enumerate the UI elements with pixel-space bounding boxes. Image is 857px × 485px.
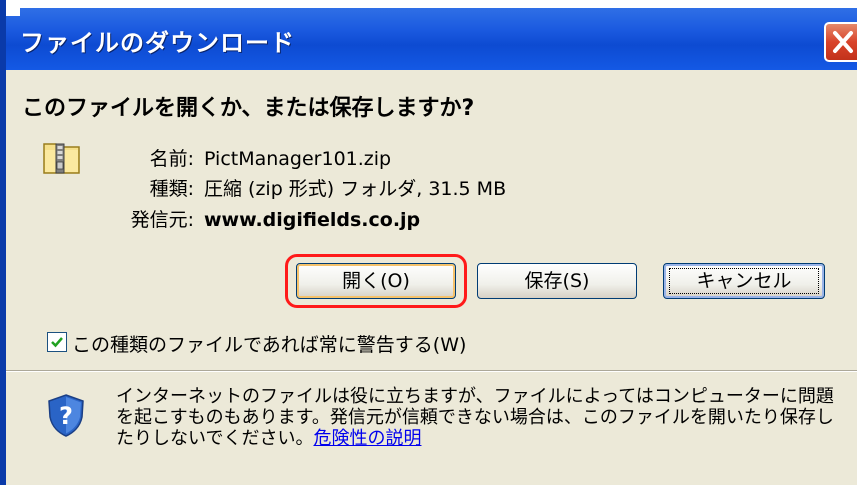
divider-highlight — [6, 371, 857, 372]
title-bar[interactable]: ファイルのダウンロード — [6, 8, 857, 70]
file-name-value: PictManager101.zip — [204, 148, 392, 170]
save-button[interactable]: 保存(S) — [477, 263, 637, 299]
file-type-row: 種類: 圧縮 (zip 形式) フォルダ, 31.5 MB — [114, 174, 507, 201]
close-icon — [833, 31, 853, 53]
file-source-value: www.digifields.co.jp — [204, 209, 421, 231]
file-source-row: 発信元: www.digifields.co.jp — [114, 205, 421, 232]
file-name-label: 名前: — [149, 148, 194, 170]
file-type-value: 圧縮 (zip 形式) フォルダ, 31.5 MB — [204, 178, 507, 200]
cancel-button[interactable]: キャンセル — [663, 263, 825, 299]
svg-text:?: ? — [59, 402, 73, 430]
risk-explanation-link[interactable]: 危険性の説明 — [313, 428, 421, 449]
warning-message: インターネットのファイルは役に立ちますが、ファイルによってはコンピューターに問題… — [116, 386, 841, 449]
warning-text: インターネットのファイルは役に立ちますが、ファイルによってはコンピューターに問題… — [116, 386, 834, 449]
close-button[interactable] — [824, 22, 857, 62]
file-type-label: 種類: — [149, 178, 194, 200]
window-title: ファイルのダウンロード — [20, 29, 295, 57]
file-download-dialog: ファイルのダウンロード このファイルを開くか、または保存しますか? 名前: Pic… — [0, 0, 857, 485]
file-name-row: 名前: PictManager101.zip — [114, 144, 392, 171]
file-source-label: 発信元: — [130, 209, 194, 231]
always-warn-label[interactable]: この種類のファイルであれば常に警告する(W) — [72, 330, 466, 357]
shield-question-icon: ? — [48, 394, 84, 437]
dialog-question: このファイルを開くか、または保存しますか? — [22, 96, 475, 121]
title-bar-corner — [6, 8, 20, 16]
cancel-focus-ring — [669, 268, 819, 294]
open-button-highlight — [285, 254, 467, 308]
zip-folder-icon — [43, 143, 80, 174]
always-warn-checkbox[interactable] — [47, 332, 67, 352]
dialog-body: このファイルを開くか、または保存しますか? 名前: PictManager101.… — [6, 70, 857, 485]
checkmark-icon — [51, 337, 63, 348]
